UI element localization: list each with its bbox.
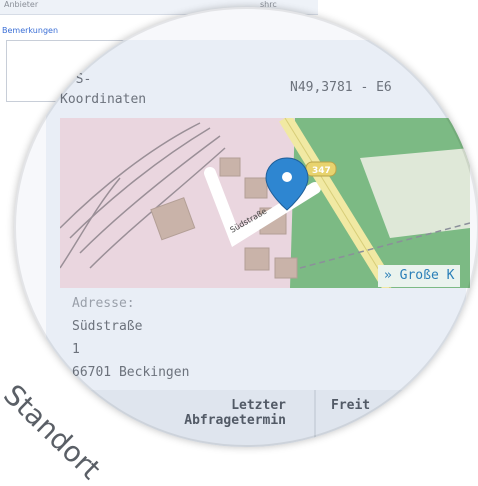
address-street: Südstraße	[72, 319, 143, 334]
magnifier-lens: GPS- Koordinaten N49,3781 - E6 Südstraße…	[14, 7, 478, 447]
road-number-text: 347	[312, 166, 331, 176]
background-field-label: Anbieter	[4, 0, 39, 9]
column-header-free[interactable]: Freit	[331, 398, 411, 413]
address-city: 66701 Beckingen	[72, 365, 190, 380]
large-map-link[interactable]: » Große K	[378, 265, 461, 287]
address-number: 1	[72, 342, 80, 357]
column-header-last-date[interactable]: Letzter Abfragetermin	[156, 398, 286, 428]
column-separator	[314, 390, 316, 447]
gps-value: N49,3781 - E6	[290, 80, 392, 95]
address-label: Adresse:	[72, 296, 135, 311]
gps-row: GPS- Koordinaten N49,3781 - E6	[60, 70, 460, 110]
remarks-label: Bemerkungen	[2, 26, 59, 35]
location-map[interactable]: Südstraße 347	[60, 118, 470, 288]
table-header-row: Letzter Abfragetermin Freit	[46, 390, 466, 447]
map-graphic: Südstraße 347	[60, 118, 470, 288]
gps-label: GPS- Koordinaten	[60, 72, 147, 107]
